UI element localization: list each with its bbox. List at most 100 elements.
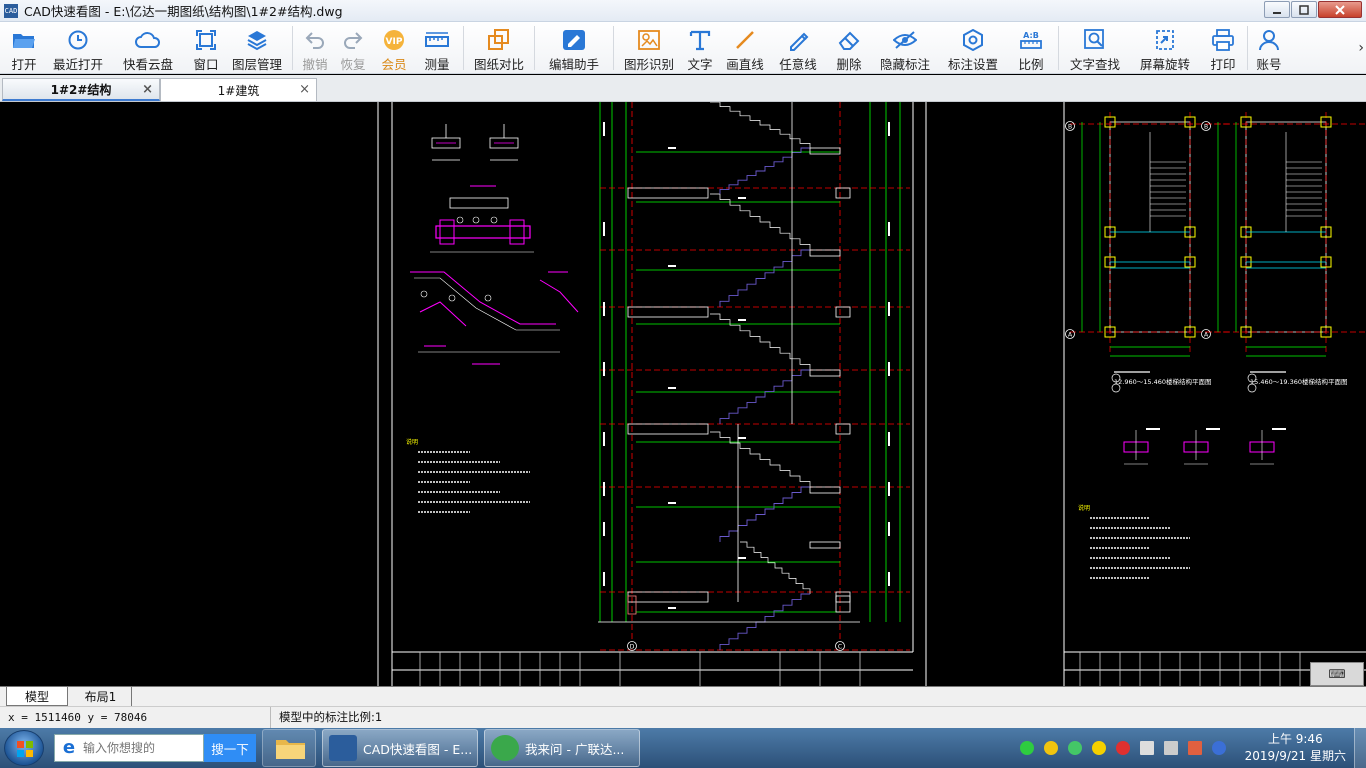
tray-app-icon[interactable] (1092, 741, 1106, 755)
notes-text-right: 说明 (1078, 504, 1090, 512)
search-input[interactable] (83, 741, 201, 755)
cad-linework (603, 482, 605, 496)
cad-drawing-canvas[interactable]: 说明 12.960～15.460楼梯结构平面图 15.460～19.360楼梯结… (0, 102, 1366, 686)
scale-button[interactable]: A:B 比例 (1008, 22, 1054, 74)
window-button[interactable]: 窗口 (186, 22, 226, 74)
keyboard-icon[interactable]: ⌨ (1310, 662, 1364, 686)
wechat-icon[interactable] (1020, 741, 1034, 755)
cad-linework (603, 572, 605, 586)
show-desktop-button[interactable] (1354, 728, 1366, 768)
open-button[interactable]: 打开 (2, 22, 46, 74)
user-icon (1256, 28, 1282, 52)
start-button[interactable] (4, 730, 44, 766)
cad-linework (719, 147, 810, 194)
freehand-line-button[interactable]: 任意线 (770, 22, 826, 74)
measure-button[interactable]: 测量 (415, 22, 459, 74)
axis-label: C (838, 644, 842, 651)
vip-button[interactable]: VIP 会员 (373, 22, 415, 74)
drawing-compare-button[interactable]: 图纸对比 (468, 22, 530, 74)
minimize-button[interactable] (1264, 1, 1290, 18)
plan-title-1: 12.960～15.460楼梯结构平面图 (1114, 377, 1212, 386)
undo-icon (302, 28, 328, 52)
bluetooth-icon[interactable] (1212, 741, 1226, 755)
cad-linework (719, 249, 810, 307)
print-button[interactable]: 打印 (1203, 22, 1243, 74)
close-window-button[interactable] (1318, 1, 1362, 18)
undo-button[interactable]: 撤销 (297, 22, 333, 74)
toolbar-separator (1058, 26, 1059, 70)
landing-beam-detail (430, 185, 534, 253)
edit-helper-button[interactable]: 编辑助手 (539, 22, 609, 74)
ruler-icon (424, 28, 450, 52)
cad-linework (710, 102, 811, 148)
volume-muted-icon[interactable] (1188, 741, 1202, 755)
tray-device-icon[interactable] (1164, 741, 1178, 755)
cad-app-icon (329, 735, 357, 761)
close-tab-icon[interactable]: × (142, 82, 153, 97)
cad-linework (603, 432, 605, 446)
toolbar-more-button[interactable]: › (1358, 40, 1364, 56)
document-tabs: 1#2#结构 × 1#建筑 × (0, 75, 1366, 102)
task-cad-viewer[interactable]: CAD快速看图 - E... (322, 729, 478, 767)
cad-linework (740, 541, 811, 594)
text-button[interactable]: 文字 (680, 22, 720, 74)
qq-icon[interactable] (1044, 741, 1058, 755)
system-clock[interactable]: 上午 9:46 2019/9/21 星期六 (1245, 731, 1346, 765)
cad-linework (710, 193, 811, 250)
app-logo-icon: CAD (4, 3, 18, 18)
recent-open-button[interactable]: 最近打开 (46, 22, 110, 74)
tab-1-2-structure[interactable]: 1#2#结构 × (2, 78, 160, 101)
network-signal-icon[interactable] (1140, 741, 1154, 755)
search-button[interactable]: 搜一下 (204, 734, 256, 762)
close-tab-icon[interactable]: × (299, 82, 310, 97)
cad-linework (668, 607, 676, 609)
cad-linework (809, 369, 841, 377)
hide-annotations-button[interactable]: 隐藏标注 (872, 22, 938, 74)
svg-text:VIP: VIP (386, 37, 403, 47)
notes-heading-left: 说明 (406, 438, 418, 446)
plan-titles: 12.960～15.460楼梯结构平面图 15.460～19.360楼梯结构平面… (1114, 377, 1348, 386)
account-button[interactable]: 账号 (1252, 22, 1286, 74)
tray-app-icon[interactable] (1116, 741, 1130, 755)
maximize-icon (1299, 4, 1309, 15)
maximize-button[interactable] (1291, 1, 1317, 18)
task-browser[interactable]: 我来问 - 广联达... (484, 729, 640, 767)
folder-icon (276, 740, 305, 759)
draw-line-button[interactable]: 画直线 (720, 22, 770, 74)
shape-recognize-button[interactable]: 图形识别 (618, 22, 680, 74)
layer-manager-button[interactable]: 图层管理 (226, 22, 288, 74)
file-explorer-task[interactable] (262, 729, 316, 767)
cad-linework (809, 541, 841, 549)
main-toolbar: 打开 最近打开 快看云盘 窗口 图层管理 撤销 恢复 VIP 会员 测量 图纸对… (0, 22, 1366, 74)
title-block-right (1079, 652, 1301, 686)
toolbar-separator (463, 26, 464, 70)
delete-button[interactable]: 删除 (826, 22, 872, 74)
annotation-settings-button[interactable]: 标注设置 (938, 22, 1008, 74)
pencil-icon (785, 28, 811, 52)
toolbar-separator (1247, 26, 1248, 70)
folder-open-icon (11, 28, 37, 52)
redo-button[interactable]: 恢复 (333, 22, 373, 74)
cad-linework (627, 591, 709, 603)
tab-1-architecture[interactable]: 1#建筑 × (160, 78, 317, 101)
window-icon (193, 28, 219, 52)
cad-linework (888, 122, 890, 136)
cad-linework (627, 187, 709, 199)
annotation-scale-text: 模型中的标注比例:1 (270, 707, 382, 728)
notes-lines-right (1090, 517, 1190, 579)
tab-model[interactable]: 模型 (6, 687, 68, 706)
tray-app-icon[interactable] (1068, 741, 1082, 755)
axis-label: A (1204, 332, 1209, 339)
compare-icon (486, 28, 512, 52)
text-search-button[interactable]: 文字查找 (1063, 22, 1127, 74)
rotate-screen-button[interactable]: 屏幕旋转 (1127, 22, 1203, 74)
cad-linework (888, 302, 890, 316)
axis-bubbles: B A B A D C (627, 121, 1211, 651)
cloud-disk-button[interactable]: 快看云盘 (110, 22, 186, 74)
cad-linework (710, 431, 811, 487)
tab-layout1[interactable]: 布局1 (70, 687, 132, 706)
system-tray: 上午 9:46 2019/9/21 星期六 (1010, 728, 1366, 768)
cad-linework (738, 197, 746, 199)
redo-icon (340, 28, 366, 52)
axis-label: B (1068, 124, 1072, 131)
